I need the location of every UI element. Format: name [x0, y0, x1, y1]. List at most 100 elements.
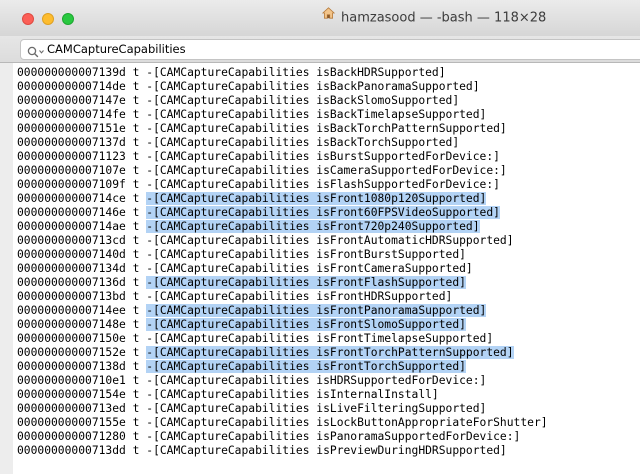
symbol-address: 00000000000714ee	[17, 304, 126, 317]
title-bar[interactable]: hamzasood — -bash — 118×28	[0, 0, 640, 36]
symbol-address: 000000000007146e	[17, 206, 126, 219]
search-match-highlight: -[CAMCaptureCapabilities isFrontSlomoSup…	[146, 318, 466, 331]
symbol-address: 00000000000710e1	[17, 374, 126, 387]
symbol-address: 00000000000714fe	[17, 108, 126, 121]
symbol-type: t	[132, 430, 140, 443]
terminal-line: 000000000007155e t -[CAMCaptureCapabilit…	[13, 416, 640, 430]
symbol-address: 00000000000713cd	[17, 234, 126, 247]
terminal-line: 00000000000713ed t -[CAMCaptureCapabilit…	[13, 402, 640, 416]
symbol-address: 00000000000714ce	[17, 192, 126, 205]
search-icon[interactable]	[27, 43, 45, 62]
terminal-line: 000000000007136d t -[CAMCaptureCapabilit…	[13, 276, 640, 290]
symbol-type: t	[132, 290, 140, 303]
symbol-type: t	[132, 276, 140, 289]
terminal-line: 00000000000714ce t -[CAMCaptureCapabilit…	[13, 192, 640, 206]
symbol-type: t	[132, 122, 140, 135]
terminal-window: hamzasood — -bash — 118×28 0000000000071…	[0, 0, 640, 474]
search-input[interactable]	[47, 40, 607, 59]
zoom-button[interactable]	[62, 13, 74, 25]
symbol-type: t	[132, 178, 140, 191]
symbol-address: 000000000007148e	[17, 318, 126, 331]
symbol-type: t	[132, 94, 140, 107]
symbol-type: t	[132, 192, 140, 205]
symbol-address: 000000000007150e	[17, 332, 126, 345]
symbol-type: t	[132, 248, 140, 261]
terminal-line: 000000000007134d t -[CAMCaptureCapabilit…	[13, 262, 640, 276]
symbol-address: 000000000007107e	[17, 164, 126, 177]
terminal-line: 000000000007148e t -[CAMCaptureCapabilit…	[13, 318, 640, 332]
method-signature: -[CAMCaptureCapabilities isBackTimelapse…	[146, 108, 487, 121]
method-signature: -[CAMCaptureCapabilities isLockButtonApp…	[146, 416, 548, 429]
minimize-button[interactable]	[42, 13, 54, 25]
search-match-highlight: -[CAMCaptureCapabilities isFrontTorchPat…	[146, 346, 514, 359]
find-bar	[0, 36, 640, 63]
terminal-line: 000000000007139d t -[CAMCaptureCapabilit…	[13, 66, 640, 80]
window-title: hamzasood — -bash — 118×28	[321, 0, 547, 36]
method-signature: -[CAMCaptureCapabilities isInternalInsta…	[146, 388, 439, 401]
symbol-type: t	[132, 444, 140, 457]
symbol-address: 000000000007140d	[17, 248, 126, 261]
method-signature: -[CAMCaptureCapabilities isPanoramaSuppo…	[146, 430, 521, 443]
symbol-address: 000000000007151e	[17, 122, 126, 135]
method-signature: -[CAMCaptureCapabilities isFrontTimelaps…	[146, 332, 494, 345]
window-title-text: hamzasood — -bash — 118×28	[341, 10, 547, 26]
symbol-type: t	[132, 66, 140, 79]
symbol-address: 000000000007138d	[17, 360, 126, 373]
symbol-address: 00000000000713ed	[17, 402, 126, 415]
symbol-type: t	[132, 360, 140, 373]
terminal-line: 00000000000710e1 t -[CAMCaptureCapabilit…	[13, 374, 640, 388]
terminal-line: 00000000000714fe t -[CAMCaptureCapabilit…	[13, 108, 640, 122]
method-signature: -[CAMCaptureCapabilities isFrontHDRSuppo…	[146, 290, 453, 303]
terminal-output[interactable]: 000000000007139d t -[CAMCaptureCapabilit…	[0, 63, 640, 474]
terminal-line: 00000000000714ae t -[CAMCaptureCapabilit…	[13, 220, 640, 234]
home-icon	[321, 0, 336, 34]
symbol-type: t	[132, 402, 140, 415]
terminal-line: 000000000007137d t -[CAMCaptureCapabilit…	[13, 136, 640, 150]
method-signature: -[CAMCaptureCapabilities isLiveFiltering…	[146, 402, 487, 415]
method-signature: -[CAMCaptureCapabilities isCameraSupport…	[146, 164, 507, 177]
search-match-highlight: -[CAMCaptureCapabilities isFrontFlashSup…	[146, 276, 466, 289]
method-signature: -[CAMCaptureCapabilities isFrontAutomati…	[146, 234, 514, 247]
search-field[interactable]	[20, 39, 640, 60]
symbol-address: 00000000000714de	[17, 80, 126, 93]
symbol-type: t	[132, 374, 140, 387]
terminal-line: 000000000007151e t -[CAMCaptureCapabilit…	[13, 122, 640, 136]
terminal-line: 00000000000714de t -[CAMCaptureCapabilit…	[13, 80, 640, 94]
symbol-address: 000000000007152e	[17, 346, 126, 359]
search-match-highlight: -[CAMCaptureCapabilities isFront720p240S…	[146, 220, 480, 233]
symbol-type: t	[132, 416, 140, 429]
symbol-address: 000000000007136d	[17, 276, 126, 289]
terminal-line: 00000000000714ee t -[CAMCaptureCapabilit…	[13, 304, 640, 318]
symbol-address: 00000000000714ae	[17, 220, 126, 233]
terminal-line: 000000000007107e t -[CAMCaptureCapabilit…	[13, 164, 640, 178]
close-button[interactable]	[22, 13, 34, 25]
symbol-address: 000000000007109f	[17, 178, 126, 191]
symbol-address: 0000000000071280	[17, 430, 126, 443]
symbol-address: 000000000007154e	[17, 388, 126, 401]
terminal-line: 0000000000071280 t -[CAMCaptureCapabilit…	[13, 430, 640, 444]
method-signature: -[CAMCaptureCapabilities isPreviewDuring…	[146, 444, 507, 457]
symbol-type: t	[132, 108, 140, 121]
symbol-type: t	[132, 206, 140, 219]
search-match-highlight: -[CAMCaptureCapabilities isFront60FPSVid…	[146, 206, 500, 219]
symbol-type: t	[132, 234, 140, 247]
symbol-type: t	[132, 318, 140, 331]
method-signature: -[CAMCaptureCapabilities isBackPanoramaS…	[146, 80, 480, 93]
method-signature: -[CAMCaptureCapabilities isBackHDRSuppor…	[146, 66, 446, 79]
method-signature: -[CAMCaptureCapabilities isBackTorchPatt…	[146, 122, 507, 135]
search-match-highlight: -[CAMCaptureCapabilities isFrontPanorama…	[146, 304, 487, 317]
symbol-address: 000000000007137d	[17, 136, 126, 149]
symbol-address: 000000000007147e	[17, 94, 126, 107]
terminal-line: 000000000007150e t -[CAMCaptureCapabilit…	[13, 332, 640, 346]
symbol-type: t	[132, 220, 140, 233]
symbol-address: 000000000007155e	[17, 416, 126, 429]
symbol-address: 00000000000713dd	[17, 444, 126, 457]
terminal-line: 000000000007140d t -[CAMCaptureCapabilit…	[13, 248, 640, 262]
terminal-line: 000000000007138d t -[CAMCaptureCapabilit…	[13, 360, 640, 374]
terminal-line: 000000000007109f t -[CAMCaptureCapabilit…	[13, 178, 640, 192]
symbol-address: 000000000007139d	[17, 66, 126, 79]
symbol-type: t	[132, 304, 140, 317]
method-signature: -[CAMCaptureCapabilities isBackSlomoSupp…	[146, 94, 460, 107]
symbol-type: t	[132, 80, 140, 93]
search-match-highlight: -[CAMCaptureCapabilities isFront1080p120…	[146, 192, 487, 205]
